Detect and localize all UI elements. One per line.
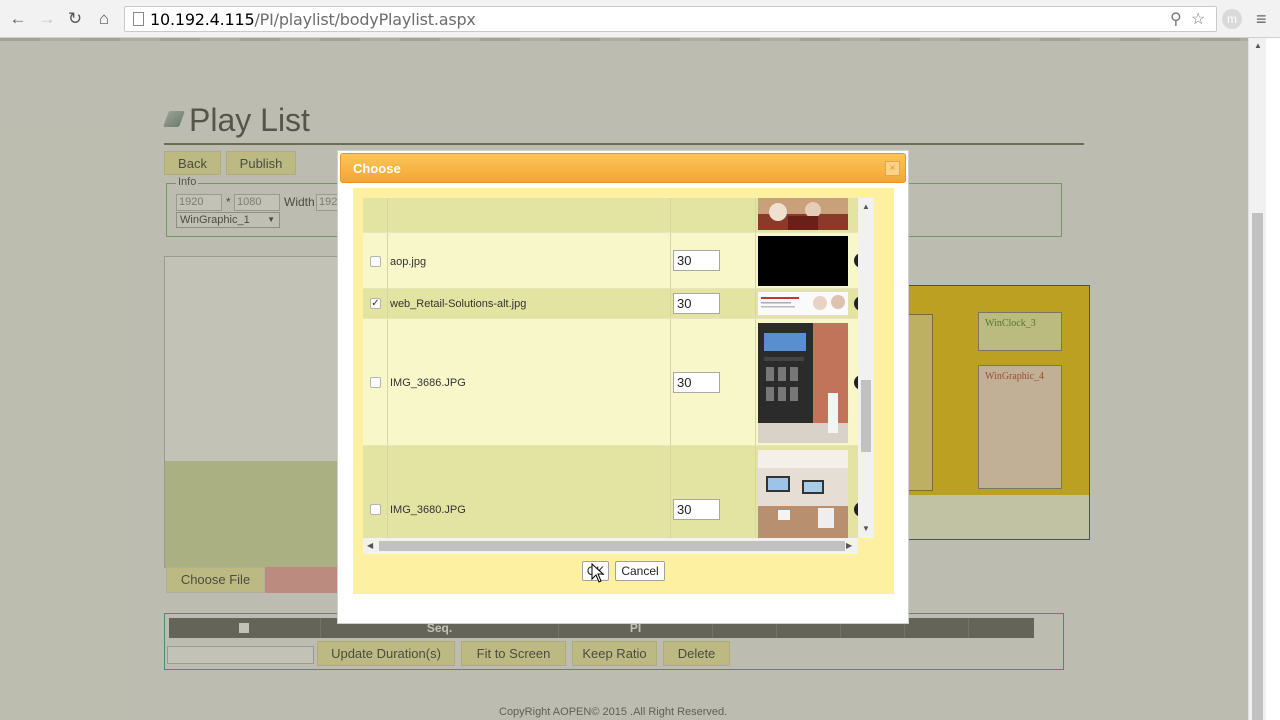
file-name: aop.jpg	[390, 256, 427, 268]
url-text: 10.192.4.115/PI/playlist/bodyPlaylist.as…	[150, 10, 476, 29]
scroll-up-arrow-icon[interactable]: ▲	[862, 202, 870, 211]
browser-toolbar: ← → ↻ ⌂ 10.192.4.115/PI/playlist/bodyPla…	[0, 0, 1280, 38]
home-icon[interactable]: ⌂	[94, 9, 114, 29]
grid-vertical-scrollbar[interactable]: ▲ ▼	[858, 198, 874, 538]
file-thumbnail	[758, 323, 848, 443]
file-row[interactable]: aop.jpg 30 ▶	[363, 233, 868, 289]
page-scrollbar[interactable]: ▲	[1248, 38, 1266, 720]
file-thumbnail	[758, 292, 848, 315]
grid-horizontal-scrollbar[interactable]: ◀ ▶	[363, 538, 858, 554]
file-name: IMG_3686.JPG	[390, 377, 466, 389]
mouse-cursor-icon	[591, 563, 605, 583]
cancel-button[interactable]: Cancel	[615, 561, 665, 581]
file-name: IMG_3680.JPG	[390, 504, 466, 516]
file-name: web_Retail-Solutions-alt.jpg	[390, 298, 527, 310]
file-checkbox[interactable]	[370, 256, 381, 267]
back-arrow-icon[interactable]: ←	[8, 9, 28, 29]
scroll-right-arrow-icon[interactable]: ▶	[846, 541, 852, 550]
file-thumbnail	[758, 198, 848, 230]
duration-field[interactable]: 30	[673, 250, 720, 271]
file-row[interactable]: IMG_3686.JPG 30 ▶	[363, 319, 868, 446]
duration-field[interactable]: 30	[673, 372, 720, 393]
reload-icon[interactable]: ↻	[65, 9, 85, 29]
choose-dialog: Choose × aop.jpg 30 ▶	[337, 150, 909, 624]
duration-field[interactable]: 30	[673, 293, 720, 314]
grid-hscroll-thumb[interactable]	[379, 541, 845, 551]
page-scroll-thumb[interactable]	[1252, 213, 1263, 720]
menu-icon[interactable]: ≡	[1256, 9, 1267, 30]
user-avatar-icon[interactable]: m	[1222, 9, 1242, 29]
dialog-content: aop.jpg 30 ▶ ✓ web_Retail-Solutions-alt.…	[353, 188, 894, 594]
scroll-up-arrow-icon[interactable]: ▲	[1254, 41, 1262, 50]
scroll-down-arrow-icon[interactable]: ▼	[862, 524, 870, 533]
file-checkbox[interactable]	[370, 377, 381, 388]
close-icon[interactable]: ×	[885, 161, 900, 176]
star-icon[interactable]: ☆	[1191, 9, 1205, 29]
page-icon	[133, 12, 144, 26]
dialog-titlebar[interactable]: Choose ×	[340, 153, 906, 183]
file-row[interactable]: IMG_3680.JPG 30 ▶	[363, 446, 868, 538]
grid-scroll-thumb[interactable]	[861, 380, 871, 452]
address-bar[interactable]: 10.192.4.115/PI/playlist/bodyPlaylist.as…	[124, 6, 1217, 32]
scroll-left-arrow-icon[interactable]: ◀	[367, 541, 373, 550]
search-icon[interactable]: ⚲	[1170, 9, 1182, 29]
file-checkbox[interactable]: ✓	[370, 298, 381, 309]
file-row[interactable]: ✓ web_Retail-Solutions-alt.jpg 30 ▶	[363, 289, 868, 319]
file-thumbnail	[758, 450, 848, 538]
forward-arrow-icon[interactable]: →	[37, 9, 57, 29]
file-thumbnail	[758, 236, 848, 286]
file-checkbox[interactable]	[370, 504, 381, 515]
file-grid: aop.jpg 30 ▶ ✓ web_Retail-Solutions-alt.…	[363, 198, 868, 538]
dialog-title: Choose	[353, 161, 401, 176]
file-row[interactable]	[363, 198, 868, 233]
duration-field[interactable]: 30	[673, 499, 720, 520]
